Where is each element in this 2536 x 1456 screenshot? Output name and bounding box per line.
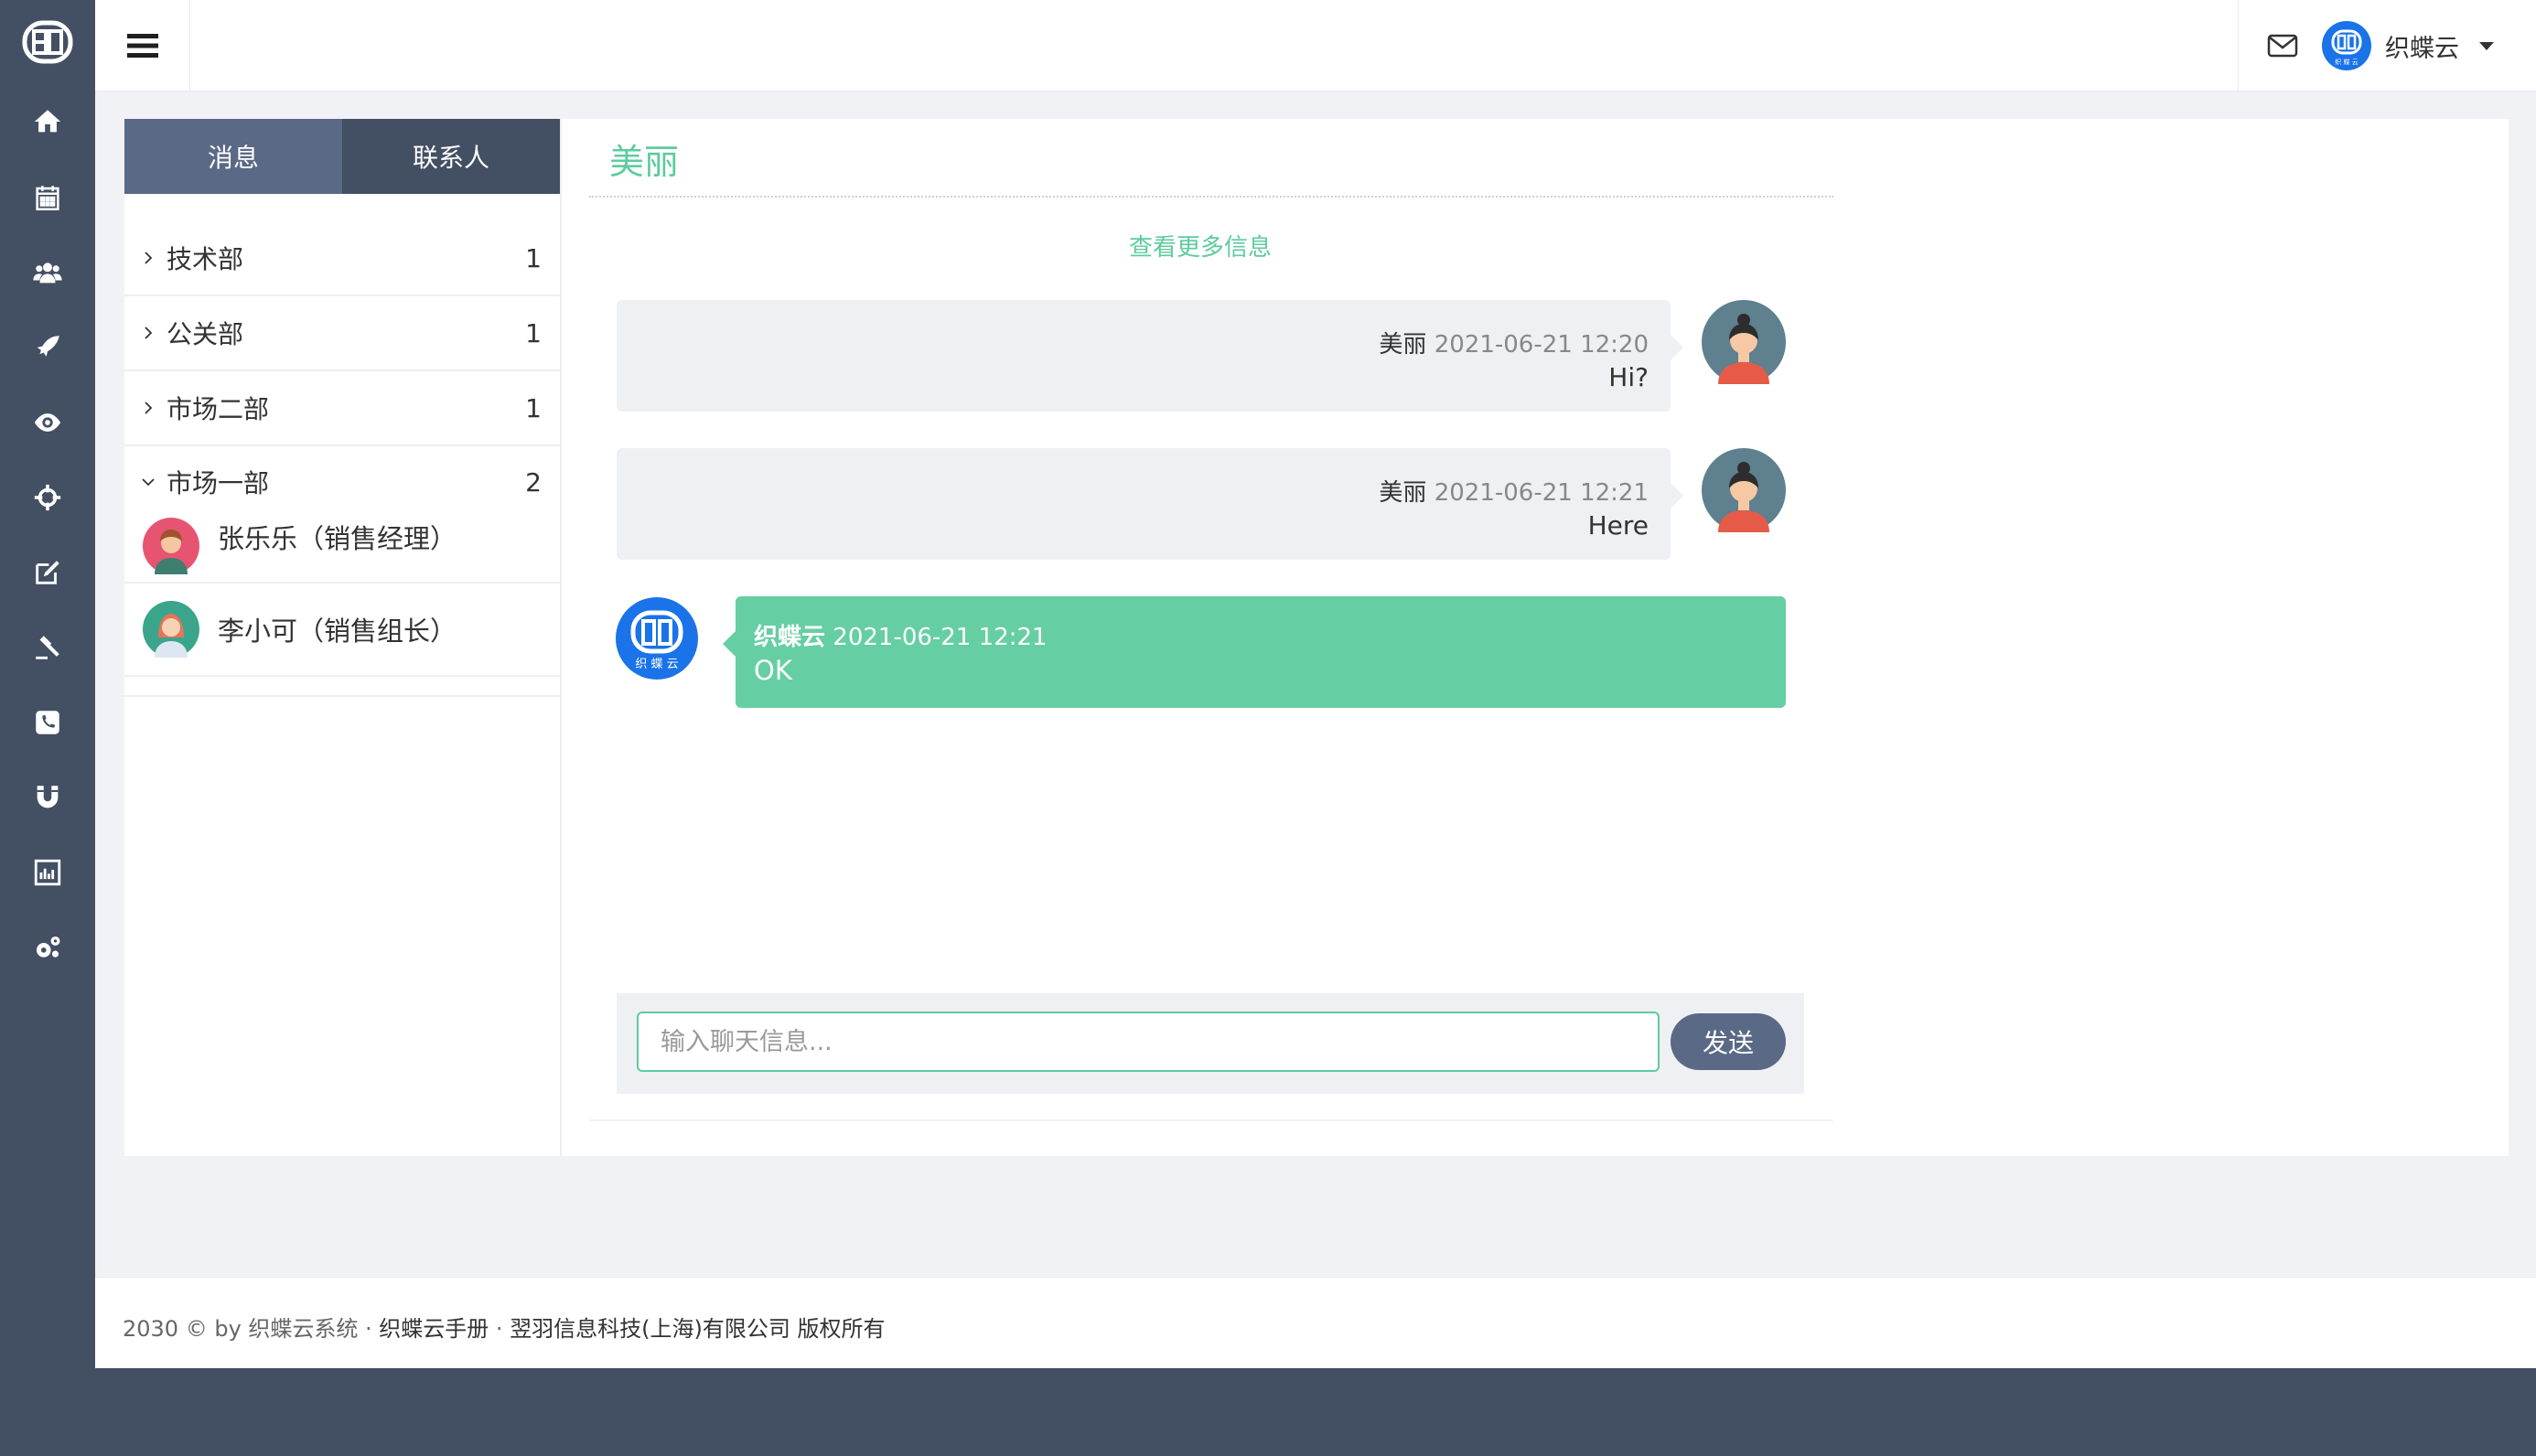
eye-icon[interactable] — [27, 402, 68, 443]
chevron-down-icon — [142, 478, 155, 487]
users-icon[interactable] — [27, 252, 68, 293]
message-sender: 织蝶云 — [754, 624, 826, 651]
sidebar-nav — [0, 0, 95, 1456]
avatar — [1702, 300, 1786, 384]
contacts-panel: 消息 联系人 技术部 1 公关部 1 市场二部 1 市场一部 2 张乐乐（销售经… — [124, 119, 562, 1156]
message-text: Here — [1587, 510, 1649, 541]
member-item[interactable]: 李小可（销售组长） — [124, 582, 560, 675]
message-time: 2021-06-21 12:21 — [1434, 479, 1649, 507]
home-icon[interactable] — [27, 102, 68, 142]
avatar: 织 蝶 云 — [616, 597, 698, 680]
group-name: 技术部 — [167, 244, 244, 274]
chevron-right-icon — [145, 401, 153, 414]
avatar — [143, 601, 199, 658]
message-time: 2021-06-21 12:20 — [1434, 331, 1649, 359]
group-name: 市场二部 — [167, 394, 270, 424]
send-button[interactable]: 发送 — [1671, 1013, 1786, 1070]
user-name: 织蝶云 — [2385, 34, 2459, 63]
rocket-icon[interactable] — [27, 327, 68, 368]
view-more-link[interactable]: 查看更多信息 — [1129, 229, 1272, 262]
group-row-pr[interactable]: 公关部 1 — [124, 296, 560, 371]
message-time: 2021-06-21 12:21 — [833, 624, 1048, 651]
footer-text: 2030 © by 织蝶云系统 · 织蝶云手册 · 翌羽信息科技(上海)有限公司… — [123, 1311, 886, 1343]
calendar-icon[interactable] — [27, 177, 68, 218]
footer: 2030 © by 织蝶云系统 · 织蝶云手册 · 翌羽信息科技(上海)有限公司… — [95, 1277, 2536, 1368]
message-outgoing: 织蝶云 2021-06-21 12:21 OK — [723, 596, 1786, 708]
message-text: OK — [754, 655, 792, 686]
avatar — [1702, 448, 1786, 532]
group-count: 1 — [525, 242, 542, 273]
top-header: 织 蝶 云 织蝶云 — [95, 0, 2536, 91]
cogs-icon[interactable] — [27, 927, 68, 968]
footer-separator: · — [489, 1316, 510, 1342]
message-sender: 美丽 — [1379, 479, 1427, 507]
mail-icon[interactable] — [2238, 0, 2326, 91]
message-incoming: 美丽 2021-06-21 12:20 Hi? — [617, 300, 1683, 412]
message-text: Hi? — [1608, 362, 1649, 392]
logo-icon[interactable] — [22, 20, 73, 64]
crosshair-icon[interactable] — [27, 477, 68, 518]
footer-copyright: 2030 © by 织蝶云系统 · — [123, 1316, 380, 1342]
message-meta: 美丽 2021-06-21 12:21 — [1379, 474, 1649, 508]
title-divider — [589, 196, 1833, 198]
menu-toggle-icon[interactable] — [95, 0, 190, 91]
member-name: 李小可（销售组长） — [218, 616, 457, 647]
group-name: 公关部 — [167, 319, 244, 349]
avatar — [143, 518, 199, 574]
chevron-right-icon — [145, 252, 153, 264]
group-market-1: 市场一部 2 张乐乐（销售经理） 李小可（销售组长） — [124, 446, 560, 677]
tab-messages[interactable]: 消息 — [124, 119, 342, 194]
chevron-right-icon — [145, 327, 153, 339]
message-incoming: 美丽 2021-06-21 12:21 Here — [617, 448, 1683, 560]
group-row-market-1[interactable]: 市场一部 2 — [124, 446, 560, 518]
svg-text:织 蝶 云: 织 蝶 云 — [2335, 58, 2358, 66]
group-count: 2 — [525, 466, 542, 498]
group-row-market-2[interactable]: 市场二部 1 — [124, 371, 560, 446]
group-list: 技术部 1 公关部 1 市场二部 1 市场一部 2 张乐乐（销售经理） 李小可（… — [124, 221, 560, 697]
edit-icon[interactable] — [27, 552, 68, 593]
bar-chart-icon[interactable] — [27, 852, 68, 893]
group-row-tech[interactable]: 技术部 1 — [124, 221, 560, 296]
magnet-icon[interactable] — [27, 777, 68, 818]
message-sender: 美丽 — [1379, 331, 1427, 359]
message-meta: 美丽 2021-06-21 12:20 — [1379, 326, 1649, 359]
group-count: 1 — [525, 317, 542, 348]
svg-text:织 蝶 云: 织 蝶 云 — [635, 658, 678, 671]
chat-input-bar: 发送 — [617, 993, 1804, 1094]
chat-bottom-divider — [589, 1119, 1833, 1121]
group-count: 1 — [525, 392, 542, 423]
group-name: 市场一部 — [167, 468, 270, 498]
user-avatar: 织 蝶 云 — [2322, 21, 2371, 70]
manual-link[interactable]: 织蝶云手册 — [379, 1316, 489, 1342]
chat-title: 美丽 — [609, 142, 680, 182]
user-menu[interactable]: 织 蝶 云 织蝶云 — [2321, 20, 2494, 71]
gavel-icon[interactable] — [27, 627, 68, 668]
message-meta: 织蝶云 2021-06-21 12:21 — [754, 618, 1048, 652]
caret-down-icon — [2479, 41, 2494, 50]
contacts-tabs: 消息 联系人 — [124, 119, 560, 194]
tab-contacts[interactable]: 联系人 — [342, 119, 560, 194]
chat-input[interactable] — [637, 1012, 1660, 1072]
member-name: 张乐乐（销售经理） — [218, 523, 457, 554]
member-item[interactable]: 张乐乐（销售经理） — [124, 518, 560, 582]
phone-icon[interactable] — [27, 702, 68, 743]
company-link[interactable]: 翌羽信息科技(上海)有限公司 版权所有 — [510, 1316, 885, 1342]
list-divider — [124, 677, 560, 697]
